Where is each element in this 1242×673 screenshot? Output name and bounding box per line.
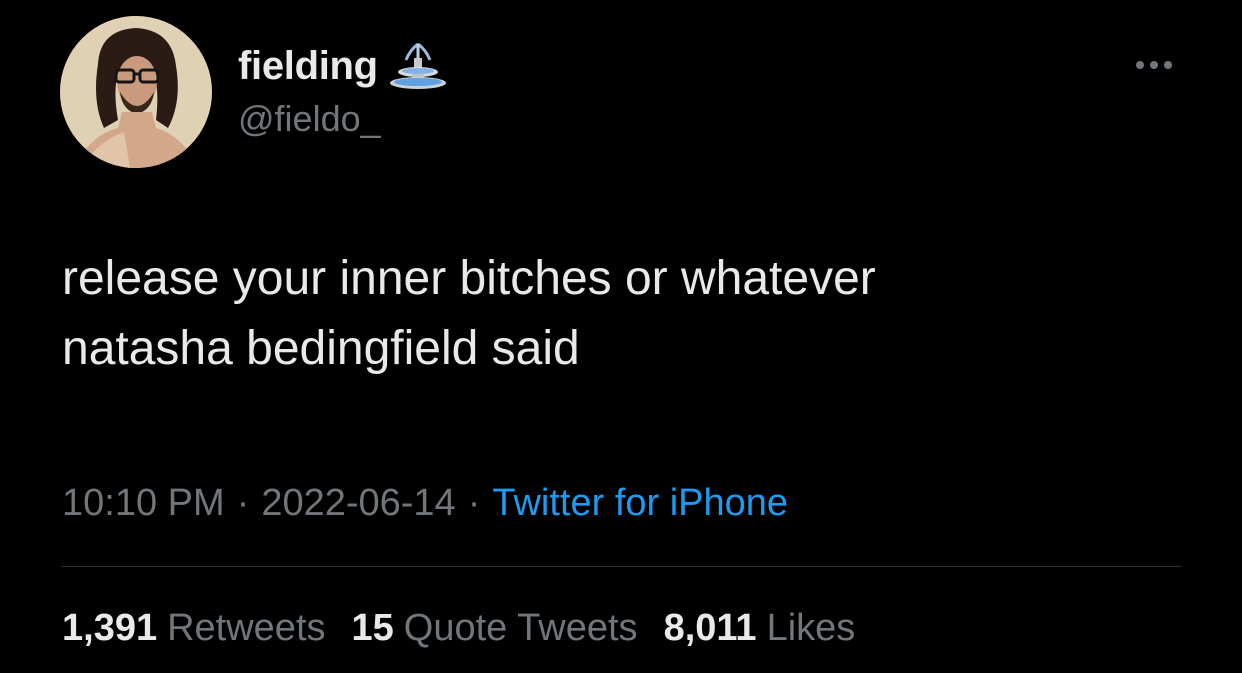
likes-stat[interactable]: 8,011 Likes xyxy=(664,604,856,652)
tweet-detail: fielding @fieldo_ release your inner bit… xyxy=(0,0,1242,673)
tweet-date[interactable]: 2022-06-14 xyxy=(261,482,455,524)
author-names: fielding @fieldo_ xyxy=(238,40,448,140)
quote-tweets-stat[interactable]: 15 Quote Tweets xyxy=(352,604,638,652)
quote-tweets-count: 15 xyxy=(351,607,394,649)
handle[interactable]: @fieldo_ xyxy=(238,98,448,140)
tweet-meta: 10:10 PM · 2022-06-14 · Twitter for iPhone xyxy=(62,478,788,528)
likes-label: Likes xyxy=(766,607,856,649)
meta-separator: · xyxy=(236,482,250,524)
likes-count: 8,011 xyxy=(663,607,757,649)
meta-separator: · xyxy=(467,482,481,524)
retweets-stat[interactable]: 1,391 Retweets xyxy=(62,604,326,652)
avatar-photo xyxy=(60,16,212,168)
tweet-source-link[interactable]: Twitter for iPhone xyxy=(492,482,788,524)
avatar[interactable] xyxy=(60,16,212,168)
retweets-label: Retweets xyxy=(167,607,326,649)
display-name[interactable]: fielding xyxy=(238,44,378,89)
tweet-stats: 1,391 Retweets 15 Quote Tweets 8,011 Likes xyxy=(62,604,881,652)
quote-tweets-label: Quote Tweets xyxy=(403,607,638,649)
divider xyxy=(62,566,1182,567)
fountain-icon xyxy=(388,40,448,92)
tweet-time[interactable]: 10:10 PM xyxy=(62,482,225,524)
retweets-count: 1,391 xyxy=(62,607,158,649)
tweet-text: release your inner bitches or whatever n… xyxy=(62,252,876,375)
display-name-row: fielding xyxy=(238,40,448,92)
more-horizontal-icon[interactable] xyxy=(1128,52,1180,78)
